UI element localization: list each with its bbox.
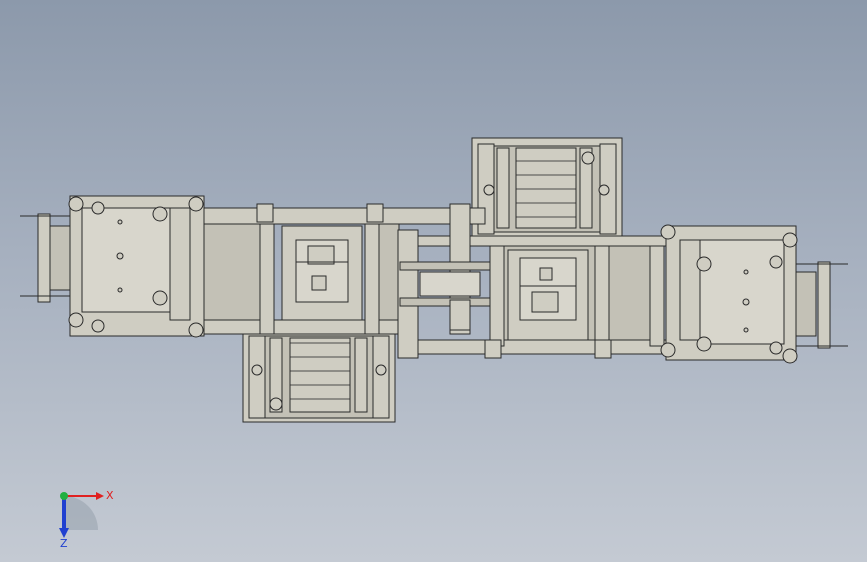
right-end-station: [660, 224, 848, 364]
left-lift-station: [281, 225, 363, 321]
left-end-station: [20, 195, 205, 338]
cad-viewport[interactable]: X Z: [0, 0, 867, 562]
z-axis-label: Z: [60, 537, 68, 548]
triad-plane-shading: [64, 496, 98, 530]
bottom-transfer-module: [242, 329, 396, 423]
x-axis-label: X: [106, 489, 114, 502]
conveyor-assembly-drawing[interactable]: [0, 0, 867, 562]
right-lift-station: [507, 249, 589, 341]
coordinate-triad: X Z: [59, 489, 114, 548]
top-transfer-module: [471, 137, 623, 237]
y-axis-dot-icon: [60, 492, 68, 500]
x-axis-arrow-icon: [96, 492, 104, 500]
